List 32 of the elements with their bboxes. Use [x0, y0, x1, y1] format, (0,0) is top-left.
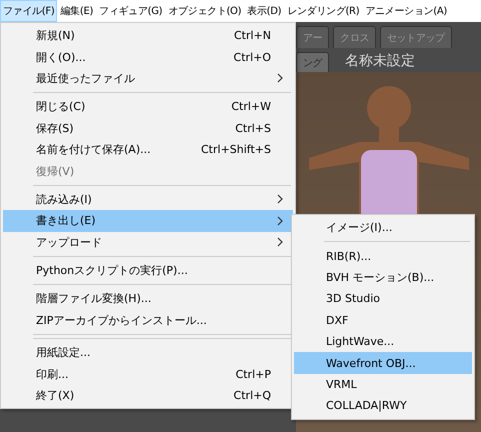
menu-item[interactable]: ZIPアーカイブからインストール...: [3, 310, 293, 332]
menu-item[interactable]: 閉じる(C) Ctrl+W: [3, 96, 293, 118]
menu-item[interactable]: Wavefront OBJ...: [294, 352, 472, 374]
menu-item[interactable]: 印刷... Ctrl+P: [3, 363, 293, 385]
menu-item[interactable]: 最近使ったファイル: [3, 68, 293, 90]
menu-bar-item[interactable]: オブジェクト(O): [165, 0, 244, 22]
menu-item[interactable]: アップロード: [3, 232, 293, 253]
menu-item[interactable]: 読み込み(I): [3, 188, 293, 210]
menu-item[interactable]: 終了(X) Ctrl+Q: [3, 384, 293, 406]
menu-item[interactable]: BVH モーション(B)...: [294, 266, 472, 288]
menu-bar-item[interactable]: レンダリング(R): [284, 0, 362, 22]
menu-item[interactable]: Pythonスクリプトの実行(P)...: [3, 260, 293, 282]
menu-item[interactable]: VRML: [294, 374, 472, 396]
menu-bar-item[interactable]: 編集(E): [57, 0, 96, 22]
menu-item[interactable]: DXF: [294, 310, 472, 331]
menu-item[interactable]: 名前を付けて保存(A)... Ctrl+Shift+S: [3, 138, 293, 160]
menu-item[interactable]: LightWave...: [294, 330, 472, 352]
menu-bar-item[interactable]: 表示(D): [244, 0, 284, 22]
document-title: 名称未設定: [345, 52, 416, 70]
menu-item[interactable]: 開く(O)... Ctrl+O: [3, 46, 293, 68]
menu-bar-item[interactable]: フィギュア(G): [96, 0, 166, 22]
menu-item[interactable]: COLLADA|RWY: [294, 395, 472, 417]
menu-item[interactable]: RIB(R)...: [294, 245, 472, 267]
menu-bar-item[interactable]: アニメーション(A): [362, 0, 450, 22]
menu-item[interactable]: 保存(S) Ctrl+S: [3, 118, 293, 139]
menu-item[interactable]: 新規(N) Ctrl+N: [3, 25, 293, 46]
menu-item[interactable]: 書き出し(E): [3, 210, 293, 232]
menu-item[interactable]: 階層ファイル変換(H)...: [3, 288, 293, 310]
menu-item[interactable]: イメージ(I)...: [294, 217, 472, 238]
menu-item[interactable]: 3D Studio: [294, 288, 472, 310]
menu-bar-item[interactable]: ファイル(F): [0, 0, 58, 22]
menu-item[interactable]: 用紙設定...: [3, 342, 293, 364]
